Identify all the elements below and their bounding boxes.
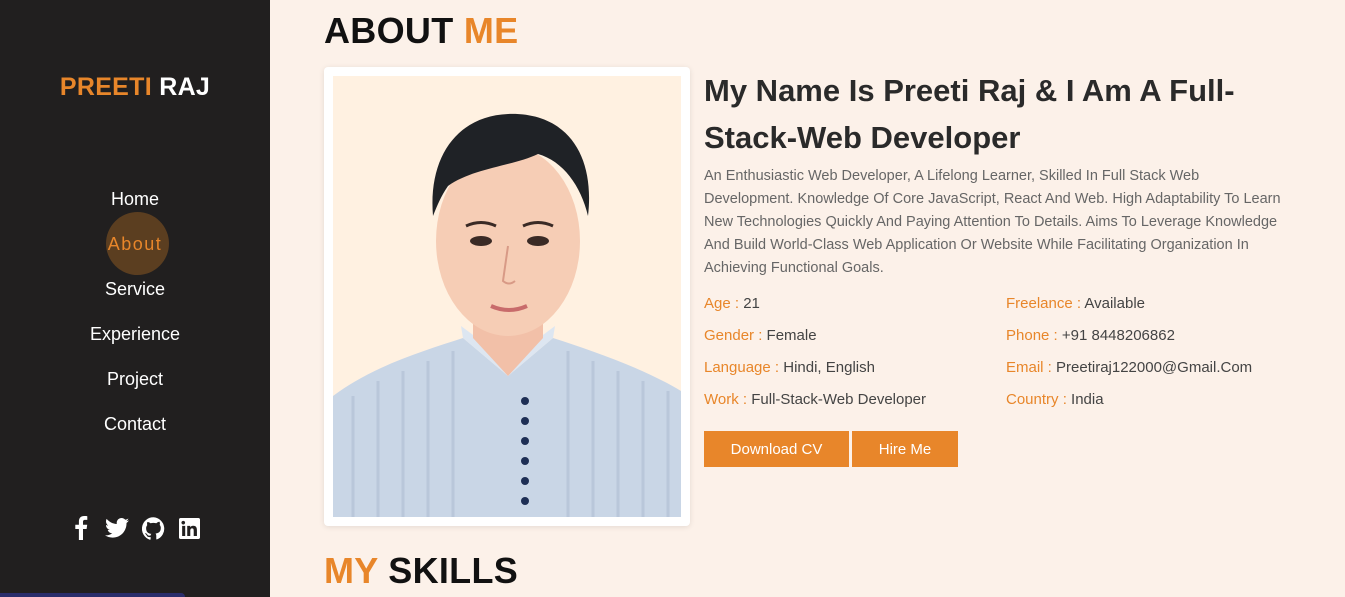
- nav-item-experience[interactable]: Experience: [0, 312, 270, 357]
- skills-heading-main: SKILLS: [388, 550, 519, 591]
- info-phone: Phone : +91 8448206862: [1006, 325, 1284, 347]
- nav-item-service[interactable]: Service: [0, 267, 270, 312]
- info-value: 21: [743, 295, 760, 312]
- github-icon[interactable]: [141, 515, 165, 541]
- info-value: Available: [1084, 295, 1145, 312]
- intro-title: My Name Is Preeti Raj & I Am A Full-Stac…: [704, 73, 1235, 155]
- nav-item-label: Project: [106, 369, 164, 389]
- info-freelance: Freelance : Available: [1006, 293, 1284, 315]
- about-heading-accent: ME: [463, 10, 519, 51]
- info-age: Age : 21: [704, 293, 1006, 315]
- info-key: Phone :: [1006, 327, 1058, 344]
- brand-logo[interactable]: PREETI RAJ: [0, 73, 270, 102]
- social-links: [0, 515, 270, 541]
- nav-item-contact[interactable]: Contact: [0, 402, 270, 447]
- info-key: Country :: [1006, 391, 1067, 408]
- info-key: Language :: [704, 359, 780, 376]
- info-key: Freelance :: [1006, 295, 1082, 312]
- brand-first-name: PREETI: [59, 73, 152, 101]
- sidebar: PREETI RAJ Home About Service Experience…: [0, 0, 270, 597]
- skills-heading: MY SKILLS: [324, 550, 518, 592]
- info-key: Age :: [704, 295, 740, 312]
- info-key: Gender :: [704, 327, 763, 344]
- scroll-indicator: [0, 593, 185, 597]
- facebook-icon[interactable]: [69, 515, 93, 541]
- nav-item-project[interactable]: Project: [0, 357, 270, 402]
- nav-item-label: Home: [110, 189, 159, 209]
- info-value: Preetiraj122000@Gmail.Com: [1056, 359, 1253, 376]
- info-value: Hindi, English: [783, 359, 875, 376]
- hire-me-button[interactable]: Hire Me: [852, 431, 958, 467]
- brand-last-name: RAJ: [159, 73, 211, 101]
- info-key: Email :: [1006, 359, 1052, 376]
- download-cv-button[interactable]: Download CV: [704, 431, 849, 467]
- info-value: Full-Stack-Web Developer: [751, 391, 927, 408]
- about-actions: Download CV Hire Me: [704, 431, 958, 467]
- skills-heading-accent: MY: [324, 550, 378, 591]
- twitter-icon[interactable]: [105, 515, 129, 541]
- nav-item-label: Experience: [89, 324, 181, 344]
- info-gender: Gender : Female: [704, 325, 1006, 347]
- info-work: Work : Full-Stack-Web Developer: [704, 389, 1006, 411]
- info-key: Work :: [704, 391, 748, 408]
- profile-photo-card: [324, 67, 690, 526]
- nav-item-label: About: [107, 234, 163, 254]
- info-email: Email : Preetiraj122000@Gmail.Com: [1006, 357, 1284, 379]
- info-language: Language : Hindi, English: [704, 357, 1006, 379]
- main-nav: Home About Service Experience Project Co…: [0, 177, 270, 447]
- nav-item-label: Contact: [103, 414, 167, 434]
- nav-item-label: Service: [104, 279, 166, 299]
- info-value: +91 8448206862: [1061, 327, 1175, 344]
- profile-photo: [333, 76, 681, 517]
- intro-description: An Enthusiastic Web Developer, A Lifelon…: [704, 168, 1281, 276]
- nav-item-about[interactable]: About: [0, 212, 270, 275]
- about-heading-main: ABOUT: [324, 10, 454, 51]
- info-value: Female: [766, 327, 817, 344]
- personal-info-grid: Age : 21 Freelance : Available Gender : …: [704, 293, 1284, 411]
- info-value: India: [1071, 391, 1104, 408]
- linkedin-icon[interactable]: [177, 515, 201, 541]
- about-heading: ABOUT ME: [324, 10, 518, 52]
- info-country: Country : India: [1006, 389, 1284, 411]
